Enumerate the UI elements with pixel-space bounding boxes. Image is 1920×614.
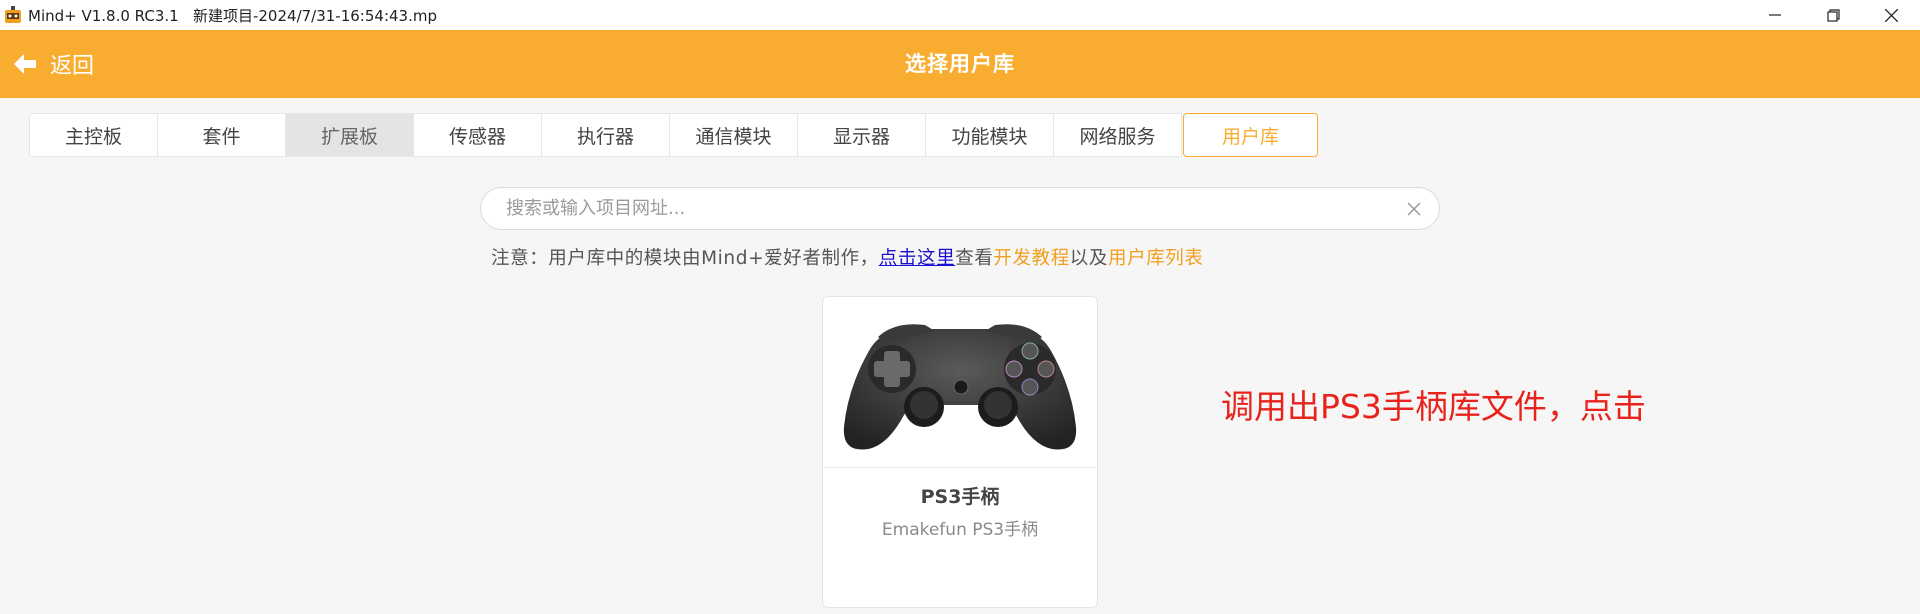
- library-card-ps3[interactable]: PS3手柄 Emakefun PS3手柄: [822, 296, 1098, 608]
- app-logo-icon: [5, 6, 21, 23]
- search-input[interactable]: [506, 188, 1386, 229]
- clear-icon[interactable]: [1405, 200, 1423, 218]
- window-controls: [1746, 0, 1920, 30]
- tab-function-modules[interactable]: 功能模块: [925, 113, 1054, 157]
- tab-expansion-board[interactable]: 扩展板: [285, 113, 414, 157]
- annotation-text: 调用出PS3手柄库文件，点击: [1221, 387, 1646, 426]
- notice-mid1: 查看: [955, 248, 994, 269]
- window-title: Mind+ V1.8.0 RC3.1 新建项目-2024/7/31-16:54:…: [28, 6, 437, 25]
- user-library-list-link[interactable]: 用户库列表: [1108, 248, 1204, 269]
- card-divider: [823, 467, 1097, 468]
- card-title: PS3手柄: [920, 486, 1000, 508]
- tab-displays[interactable]: 显示器: [797, 113, 926, 157]
- tab-communication[interactable]: 通信模块: [669, 113, 798, 157]
- back-label: 返回: [50, 54, 95, 79]
- header-bar: 返回 选择用户库: [0, 30, 1920, 98]
- dev-tutorial-link[interactable]: 开发教程: [993, 248, 1069, 269]
- restore-button[interactable]: [1804, 0, 1862, 30]
- minimize-button[interactable]: [1746, 0, 1804, 30]
- tab-sensors[interactable]: 传感器: [413, 113, 542, 157]
- tab-main-board[interactable]: 主控板: [29, 113, 158, 157]
- notice-mid2: 以及: [1069, 248, 1108, 269]
- category-tabs: 主控板 套件 扩展板 传感器 执行器 通信模块 显示器 功能模块 网络服务 用户…: [29, 113, 1318, 157]
- tab-user-library[interactable]: 用户库: [1183, 113, 1318, 157]
- gamepad-image: [823, 297, 1097, 467]
- click-here-link[interactable]: 点击这里: [879, 248, 955, 269]
- window-titlebar: Mind+ V1.8.0 RC3.1 新建项目-2024/7/31-16:54:…: [0, 0, 1920, 30]
- back-button[interactable]: 返回: [14, 30, 94, 98]
- minimize-icon: [1769, 14, 1781, 16]
- search-box: [480, 187, 1440, 230]
- close-icon: [1884, 8, 1898, 22]
- notice-prefix: 注意：用户库中的模块由Mind+爱好者制作，: [491, 248, 879, 269]
- tab-kits[interactable]: 套件: [157, 113, 286, 157]
- close-button[interactable]: [1862, 0, 1920, 30]
- card-description: Emakefun PS3手柄: [881, 520, 1039, 540]
- tab-network-services[interactable]: 网络服务: [1053, 113, 1182, 157]
- restore-icon: [1826, 8, 1840, 22]
- tab-actuators[interactable]: 执行器: [541, 113, 670, 157]
- notice-text: 注意：用户库中的模块由Mind+爱好者制作，点击这里查看开发教程以及用户库列表: [491, 244, 1204, 270]
- gamepad-icon: [843, 324, 1077, 450]
- page-title: 选择用户库: [905, 52, 1015, 76]
- arrow-left-icon: [14, 54, 36, 74]
